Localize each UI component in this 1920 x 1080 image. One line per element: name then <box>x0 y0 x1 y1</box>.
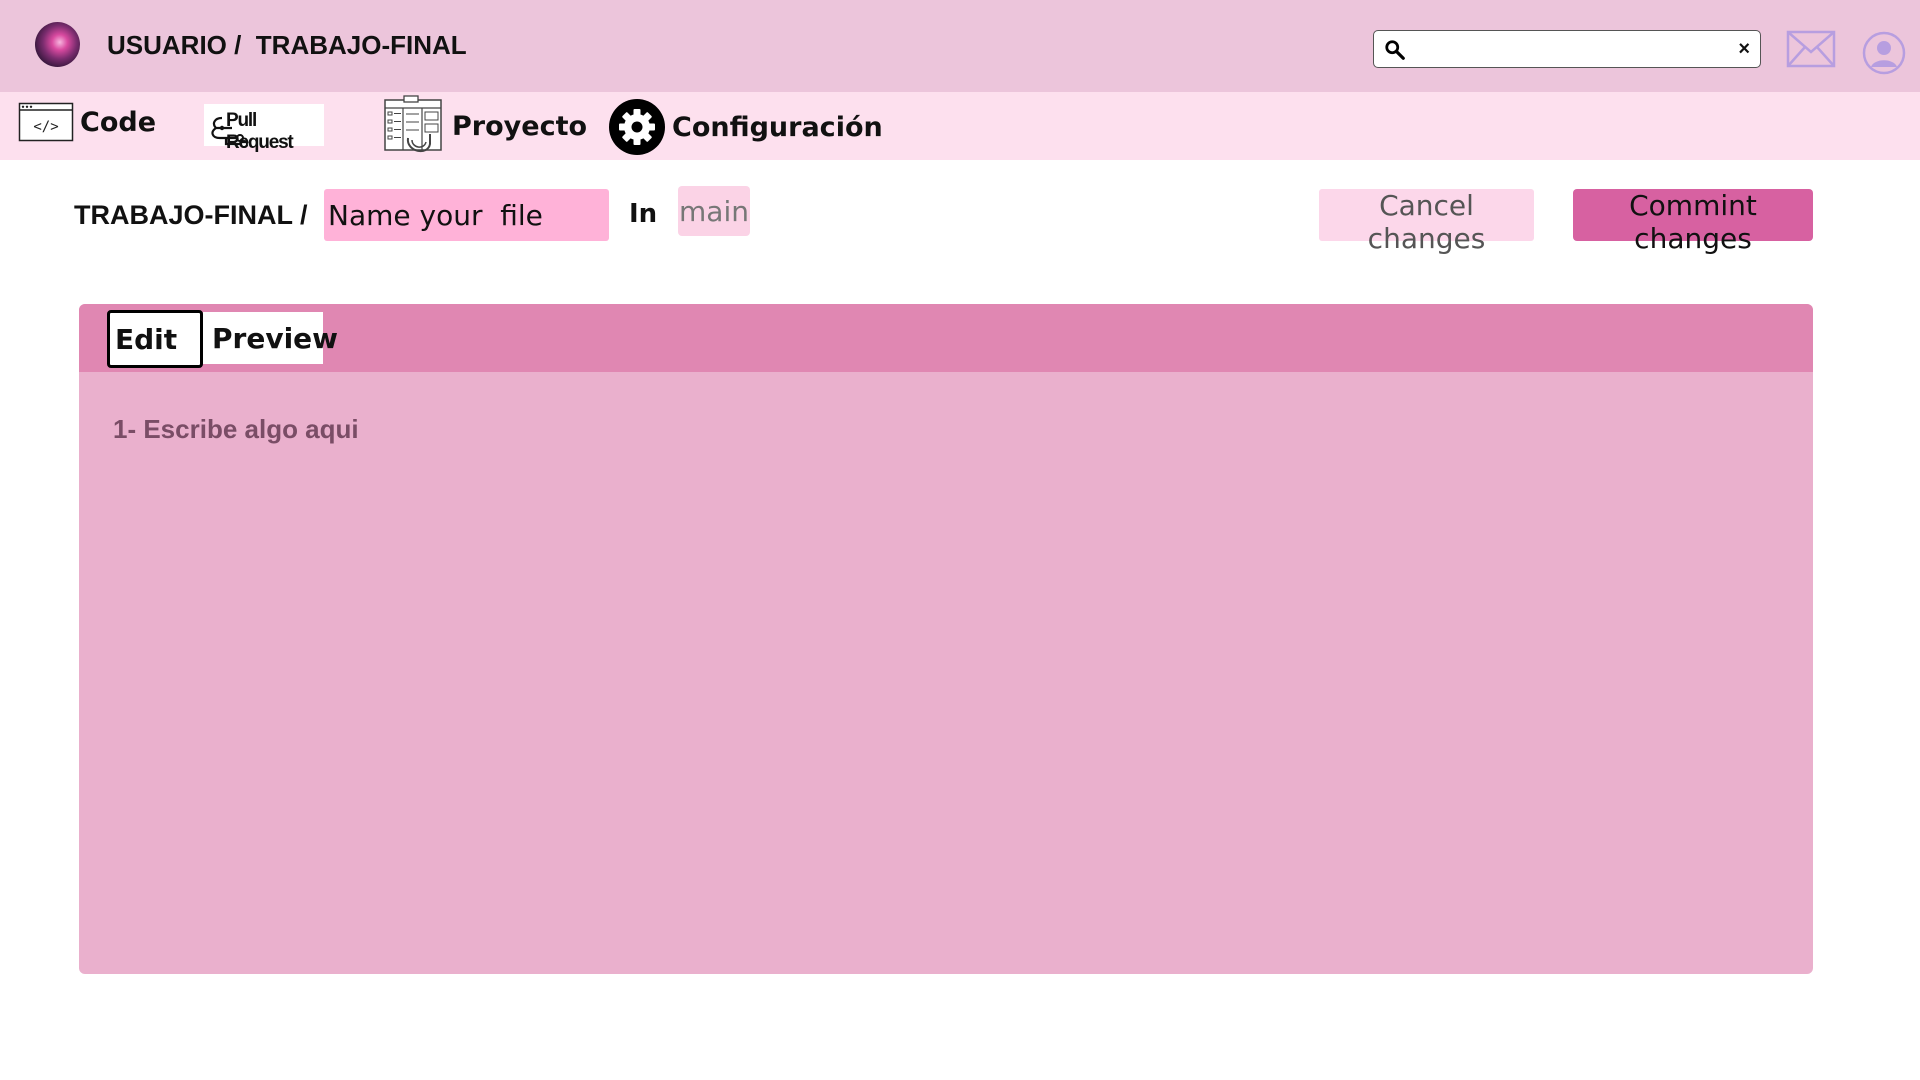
nav-code[interactable]: </> Code <box>18 102 156 142</box>
search-box[interactable]: × <box>1373 30 1761 68</box>
svg-text:</>: </> <box>33 119 58 135</box>
mail-icon[interactable] <box>1786 30 1836 68</box>
code-window-icon: </> <box>18 102 74 142</box>
gear-icon <box>609 99 665 155</box>
commit-changes-button[interactable]: Commint changes <box>1573 189 1813 255</box>
filename-input[interactable] <box>324 189 609 241</box>
nav-project-label: Proyecto <box>452 110 588 142</box>
tab-preview[interactable]: Preview <box>203 312 338 364</box>
nav-settings-label: Configuración <box>672 111 883 143</box>
logo-avatar[interactable] <box>35 22 80 67</box>
nav-code-label: Code <box>80 106 157 138</box>
repo-breadcrumb[interactable]: USUARIO / TRABAJO-FINAL <box>107 30 467 61</box>
search-input[interactable] <box>1414 36 1714 62</box>
nav-settings[interactable]: Configuración <box>608 98 883 156</box>
file-breadcrumb[interactable]: TRABAJO-FINAL / <box>74 200 308 231</box>
editor-textarea[interactable] <box>113 414 1773 934</box>
top-bar: USUARIO / TRABAJO-FINAL × <box>0 0 1920 92</box>
project-board-icon <box>384 95 442 153</box>
editor-panel: Edit Preview <box>79 304 1813 974</box>
clear-search-icon[interactable]: × <box>1738 37 1750 61</box>
branch-selector[interactable]: main <box>678 186 750 236</box>
nav-project[interactable]: Proyecto <box>382 94 587 158</box>
editor-tab-bar: Edit Preview <box>79 304 1813 372</box>
search-icon <box>1385 40 1405 60</box>
user-icon[interactable] <box>1862 31 1906 75</box>
nav-pull-request[interactable]: Pull Request <box>204 104 324 153</box>
tab-edit[interactable]: Edit <box>107 310 203 368</box>
in-label: In <box>629 199 658 229</box>
repo-nav: </> Code Pull Request Proyecto Configura… <box>0 92 1920 160</box>
cancel-changes-button[interactable]: Cancel changes <box>1319 189 1534 255</box>
nav-pull-request-label: Pull Request <box>226 110 294 153</box>
